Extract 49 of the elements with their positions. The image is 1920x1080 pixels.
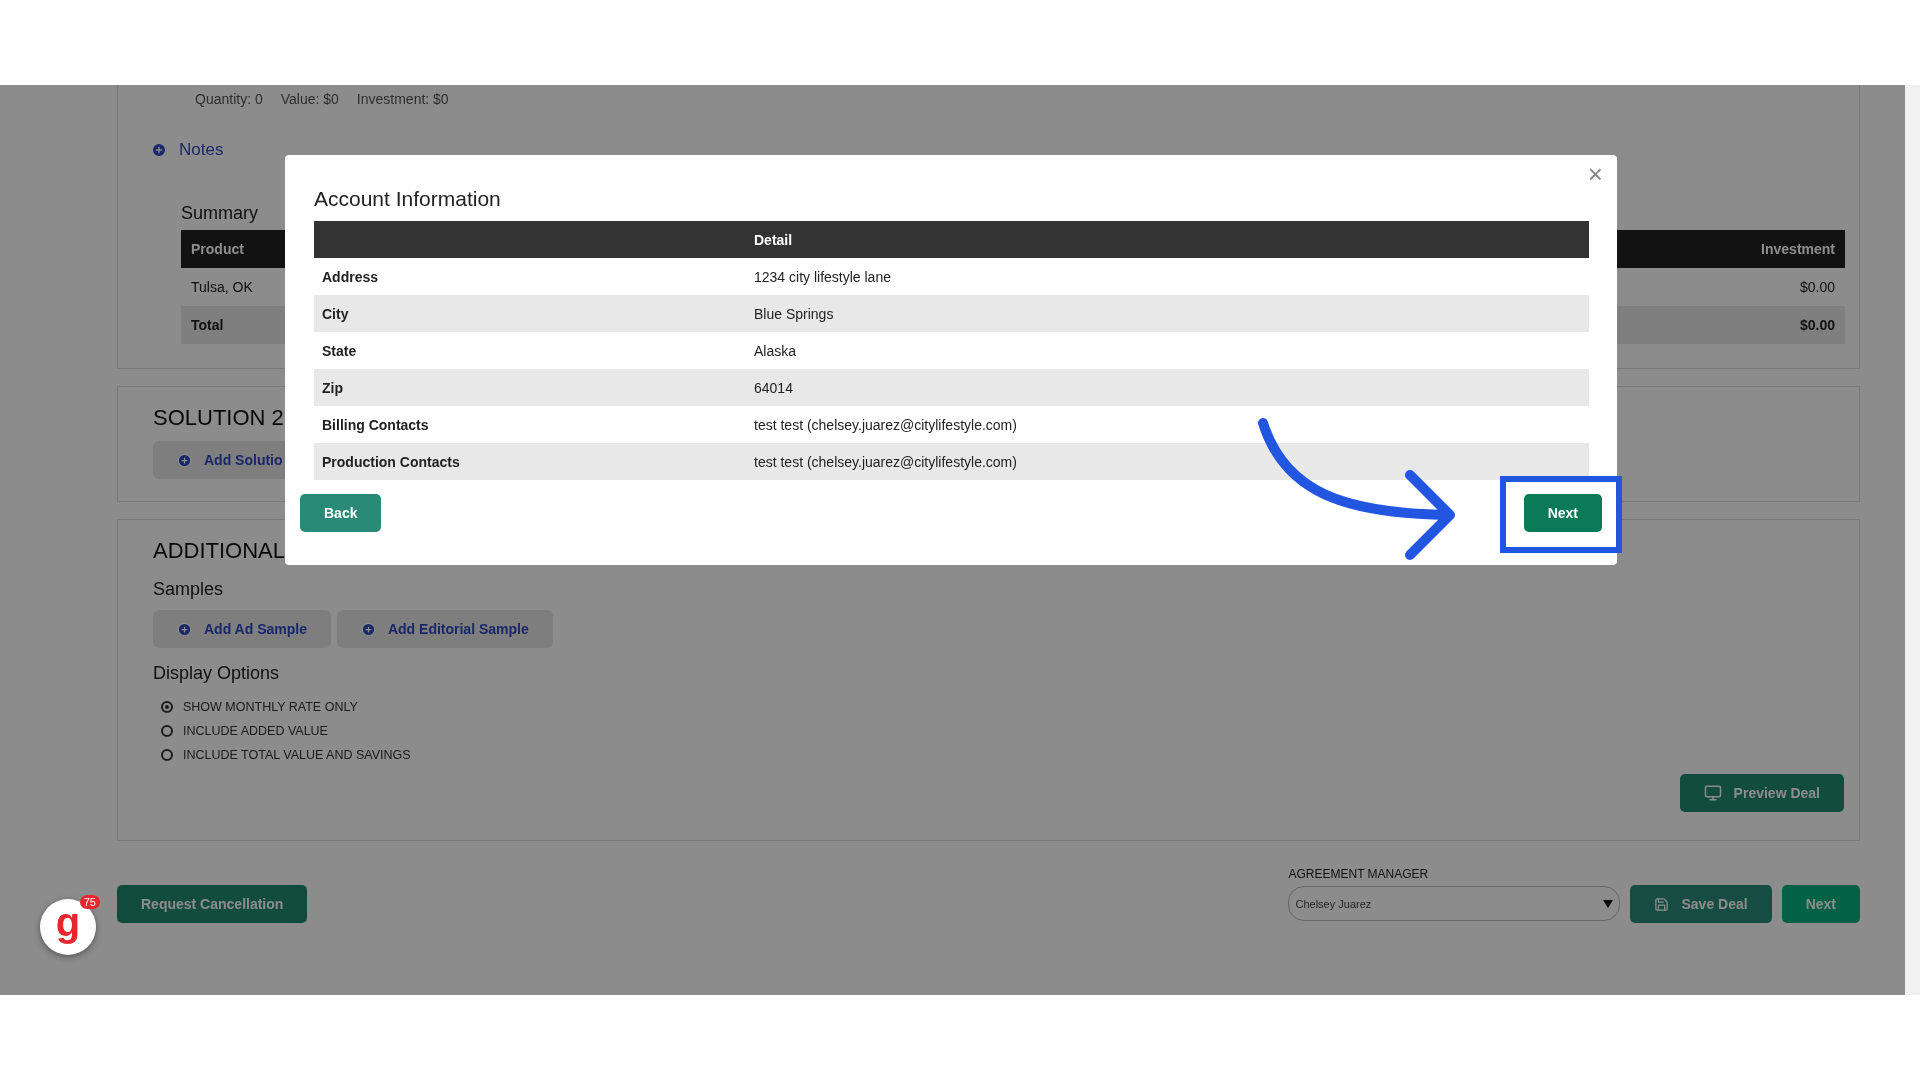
table-cell: Alaska [746, 332, 1589, 369]
field-label: AGREEMENT MANAGER [1288, 867, 1430, 881]
table-cell: Production Contacts [314, 443, 746, 480]
table-cell: City [314, 295, 746, 332]
next-button[interactable]: Next [1781, 885, 1860, 923]
table-cell: State [314, 332, 746, 369]
notification-count: 75 [79, 895, 100, 909]
table-cell: Blue Springs [746, 295, 1589, 332]
add-icon [151, 142, 167, 158]
caret-icon [1603, 899, 1614, 908]
save-deal-button[interactable]: Save Deal [1630, 885, 1772, 923]
notes-link[interactable]: Notes [179, 140, 224, 160]
table-cell: test test (chelsey.juarez@citylifestyle.com) [746, 406, 1589, 443]
option-label: INCLUDE TOTAL VALUE AND SAVINGS [183, 748, 411, 762]
summary-stat: Investment: $0 [356, 91, 449, 107]
section-title: ADDITIONAL [153, 538, 286, 564]
table-cell: Billing Contacts [314, 406, 746, 443]
add-icon [177, 621, 192, 637]
dialog-title: Account Information [314, 187, 502, 211]
table-cell: 1234 city lifestyle lane [746, 258, 1589, 295]
add-sample-button[interactable]: Add Ad Sample [153, 610, 331, 648]
next-button[interactable]: Next [1523, 494, 1602, 532]
add-sample-button[interactable]: Add Editorial Sample [336, 610, 553, 648]
samples-heading: Samples [153, 579, 224, 600]
table-cell: test test (chelsey.juarez@citylifestyle.com) [746, 443, 1589, 480]
close-button[interactable]: × [1581, 159, 1609, 190]
summary-stat: Quantity: 0 [195, 91, 263, 107]
table-cell: Address [314, 258, 746, 295]
back-button[interactable]: Back [300, 494, 382, 532]
manager-select[interactable]: Chelsey Juarez [1288, 886, 1621, 921]
column-header: Detail [746, 221, 1589, 258]
add-icon [360, 621, 376, 637]
section-title: SOLUTION 2 [153, 405, 284, 431]
table-cell: Zip [314, 369, 746, 406]
summary-heading: Summary [181, 203, 258, 224]
option-label: INCLUDE ADDED VALUE [183, 724, 328, 738]
summary-stat: Value: $0 [280, 91, 339, 107]
scrollbar[interactable] [1905, 85, 1920, 995]
option-label: SHOW MONTHLY RATE ONLY [183, 700, 358, 714]
table-cell: 64014 [746, 369, 1589, 406]
preview-deal-button[interactable]: Preview Deal [1679, 774, 1844, 812]
add-icon [177, 452, 192, 468]
monitor-icon [1703, 784, 1722, 802]
save-icon [1654, 896, 1670, 912]
display-options-heading: Display Options [153, 663, 280, 684]
radio-button[interactable] [161, 701, 173, 713]
radio-button[interactable] [161, 725, 173, 737]
radio-button[interactable] [161, 749, 173, 761]
request-cancellation-button[interactable]: Request Cancellation [117, 885, 308, 923]
